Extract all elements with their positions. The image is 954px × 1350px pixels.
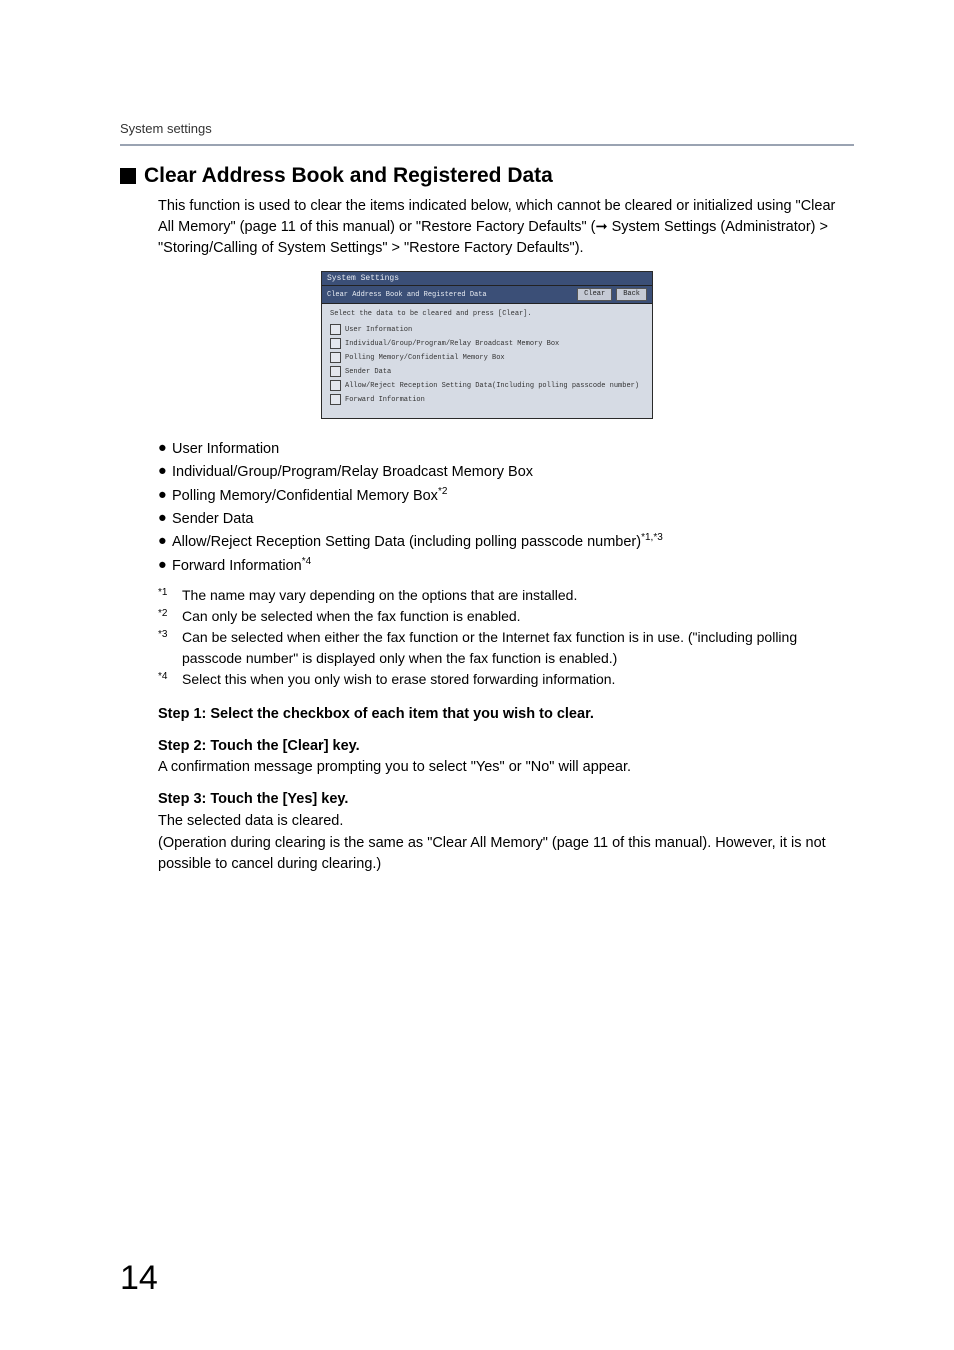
bullet-dot-icon: ● [158,554,172,577]
checkbox-label: User Information [345,326,412,334]
bullet-sup: *2 [438,486,447,497]
screenshot-checkbox-row: Forward Information [330,394,644,405]
footnote-text: Can only be selected when the fax functi… [182,606,854,627]
footnote: *3 Can be selected when either the fax f… [158,627,854,669]
footnote-text: Select this when you only wish to erase … [182,669,854,690]
screenshot-instruction: Select the data to be cleared and press … [330,310,644,318]
back-button[interactable]: Back [616,288,647,301]
screenshot-subtitle: Clear Address Book and Registered Data [327,291,487,299]
header-label: System settings [120,121,212,136]
embedded-screenshot: System Settings Clear Address Book and R… [321,271,653,419]
checkbox-icon[interactable] [330,366,341,377]
screenshot-checkbox-row: Sender Data [330,366,644,377]
bullet-dot-icon: ● [158,460,172,483]
bullet-item: ● Polling Memory/Confidential Memory Box… [158,484,854,507]
footnote: *2 Can only be selected when the fax fun… [158,606,854,627]
running-header: System settings [120,120,854,146]
section-title: Clear Address Book and Registered Data [144,164,553,188]
bullet-text: User Information [172,441,279,457]
bullet-text: Allow/Reject Reception Setting Data (inc… [172,534,641,550]
bullet-text: Individual/Group/Program/Relay Broadcast… [172,464,533,480]
bullet-item: ● Forward Information*4 [158,554,854,577]
bullet-dot-icon: ● [158,507,172,530]
checkbox-label: Individual/Group/Program/Relay Broadcast… [345,340,559,348]
checkbox-icon[interactable] [330,324,341,335]
step-3-heading: Step 3: Touch the [Yes] key. [158,789,854,811]
checkbox-label: Allow/Reject Reception Setting Data(Incl… [345,382,639,390]
footnote-mark: *1 [158,585,182,606]
checkbox-icon[interactable] [330,380,341,391]
page-number: 14 [120,1259,158,1298]
step-1-heading: Step 1: Select the checkbox of each item… [158,704,854,726]
screenshot-body: Select the data to be cleared and press … [322,304,652,418]
bullet-text: Forward Information [172,557,302,573]
bullet-text: Polling Memory/Confidential Memory Box [172,487,438,503]
bullet-item: ● Sender Data [158,507,854,530]
footnote: *1 The name may vary depending on the op… [158,585,854,606]
footnote: *4 Select this when you only wish to era… [158,669,854,690]
header-rule [120,144,854,146]
checkbox-icon[interactable] [330,394,341,405]
footnote-mark: *2 [158,606,182,627]
square-bullet-icon [120,168,136,184]
footnote-text: Can be selected when either the fax func… [182,627,854,669]
screenshot-checkbox-row: Polling Memory/Confidential Memory Box [330,352,644,363]
steps: Step 1: Select the checkbox of each item… [158,704,854,876]
footnotes: *1 The name may vary depending on the op… [158,585,854,690]
bullet-item: ● User Information [158,437,854,460]
screenshot-subheader: Clear Address Book and Registered Data C… [322,286,652,304]
bullet-sup: *4 [302,556,311,567]
footnote-text: The name may vary depending on the optio… [182,585,854,606]
checkbox-label: Polling Memory/Confidential Memory Box [345,354,505,362]
checkbox-label: Sender Data [345,368,391,376]
checkbox-icon[interactable] [330,352,341,363]
footnote-mark: *3 [158,627,182,669]
bullet-sup: *1,*3 [641,532,663,543]
screenshot-checkbox-row: Allow/Reject Reception Setting Data(Incl… [330,380,644,391]
screenshot-title: System Settings [322,272,652,286]
section-intro: This function is used to clear the items… [158,196,854,259]
checkbox-icon[interactable] [330,338,341,349]
bullet-dot-icon: ● [158,437,172,460]
step-2-text: A confirmation message prompting you to … [158,757,854,779]
section-heading: Clear Address Book and Registered Data [120,164,854,188]
bullet-item: ● Individual/Group/Program/Relay Broadca… [158,460,854,483]
screenshot-checkbox-row: User Information [330,324,644,335]
bullet-item: ● Allow/Reject Reception Setting Data (i… [158,530,854,553]
bullet-text: Sender Data [172,511,253,527]
bullet-list: ● User Information ● Individual/Group/Pr… [158,437,854,577]
bullet-dot-icon: ● [158,484,172,507]
step-3-text-2: (Operation during clearing is the same a… [158,833,854,877]
bullet-dot-icon: ● [158,530,172,553]
clear-button[interactable]: Clear [577,288,612,301]
step-3-text-1: The selected data is cleared. [158,811,854,833]
checkbox-label: Forward Information [345,396,425,404]
screenshot-checkbox-row: Individual/Group/Program/Relay Broadcast… [330,338,644,349]
footnote-mark: *4 [158,669,182,690]
step-2-heading: Step 2: Touch the [Clear] key. [158,736,854,758]
